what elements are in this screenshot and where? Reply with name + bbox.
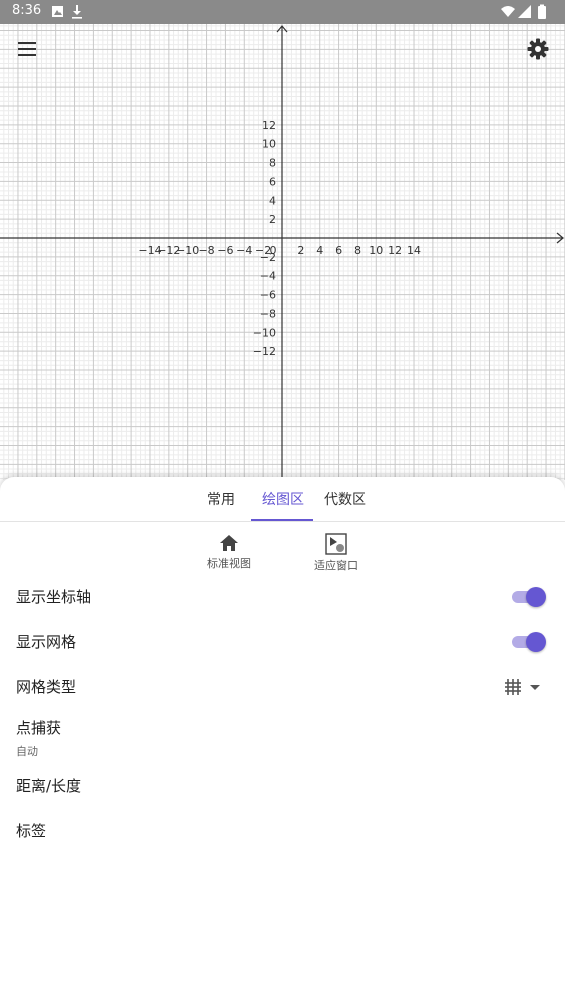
point-capture-value: 自动 [16,745,38,758]
status-time: 8:36 [12,3,42,18]
standard-view-label: 标准视图 [207,557,251,570]
y-tick-label: −4 [260,270,276,283]
y-tick-label: 2 [269,213,276,226]
show-grid-label: 显示网格 [16,633,77,651]
tab-bar: 常用 绘图区 代数区 [0,477,565,522]
distance-row[interactable]: 距离/长度 [16,775,546,799]
x-tick-label: 10 [369,244,383,257]
y-tick-label: −10 [253,326,276,339]
tab-basic[interactable]: 常用 [207,489,235,509]
download-icon [72,5,82,19]
x-tick-label: 8 [354,244,361,257]
y-tick-label: 8 [269,157,276,170]
gear-icon [527,38,549,60]
x-tick-label: −4 [236,244,252,257]
tab-graphics[interactable]: 绘图区 [262,489,304,509]
settings-button[interactable] [525,36,551,62]
show-grid-row[interactable]: 显示网格 [16,631,546,655]
battery-icon [538,4,546,19]
labels-row[interactable]: 标签 [16,820,546,844]
image-icon [52,6,63,17]
y-tick-label: 4 [269,194,276,207]
toggle-thumb [526,632,546,652]
x-tick-label: 12 [388,244,402,257]
labels-label: 标签 [16,822,47,840]
x-tick-label: −10 [176,244,199,257]
y-tick-label: −6 [260,289,276,302]
y-tick-label: −8 [260,307,276,320]
grid-type-dropdown[interactable] [504,676,546,698]
coordinate-grid[interactable]: −14−12−10 −8 −6 −4 −20 2 4 6 8 10 12 1412108642−2−4… [0,24,565,480]
x-tick-label: 4 [316,244,323,257]
fit-window-label: 适应窗口 [314,559,358,572]
show-grid-toggle[interactable] [512,632,546,652]
distance-label: 距离/长度 [16,777,82,795]
fit-window-button[interactable]: 适应窗口 [301,533,371,573]
status-left-icons [52,5,82,19]
x-tick-label: −6 [217,244,233,257]
y-tick-label: 6 [269,175,276,188]
point-capture-row[interactable]: 点捕获 自动 [16,717,546,758]
tab-algebra[interactable]: 代数区 [324,489,366,509]
graphics-view[interactable]: −14 −12 −10 −8 −6 −4 −2 0 2 4 6 8 10 12 14 12 10 8 6 4 2 −2 −4… [0,24,565,480]
wifi-icon [501,6,515,17]
y-tick-label: 12 [262,119,276,132]
zoom-to-fit-icon [325,533,347,555]
signal-icon [518,5,531,18]
x-tick-label: 2 [297,244,304,257]
status-bar: 8:36 [0,0,565,24]
status-right-icons [501,4,546,19]
point-capture-label: 点捕获 [16,719,62,737]
home-icon [220,535,238,551]
x-tick-label: 14 [407,244,421,257]
standard-view-button[interactable]: 标准视图 [194,533,264,571]
grid-type-row[interactable]: 网格类型 [16,676,546,700]
chevron-down-icon [530,685,540,690]
grid-icon [505,679,521,695]
menu-icon [18,42,36,56]
y-tick-label: −12 [253,345,276,358]
toggle-thumb [526,587,546,607]
grid-type-label: 网格类型 [16,678,77,696]
show-axes-row[interactable]: 显示坐标轴 [16,586,546,610]
menu-button[interactable] [14,36,40,62]
settings-sheet: 常用 绘图区 代数区 标准视图 适应窗口 显示坐标轴 显示网格 网格类型 点捕获… [0,477,565,1004]
x-tick-label: 6 [335,244,342,257]
show-axes-toggle[interactable] [512,587,546,607]
show-axes-label: 显示坐标轴 [16,588,92,606]
active-tab-indicator [251,519,313,521]
y-tick-label: 10 [262,138,276,151]
y-tick-label: −2 [260,251,276,264]
x-tick-label: −8 [198,244,214,257]
